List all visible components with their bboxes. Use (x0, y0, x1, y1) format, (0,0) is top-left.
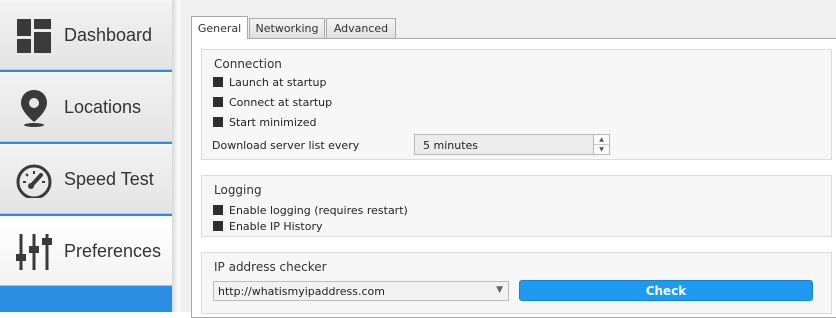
logging-title: Logging (214, 183, 262, 197)
tab-panel-general: Connection Launch at startup Connect at … (191, 38, 836, 318)
ip-checker-title: IP address checker (214, 260, 327, 274)
sidebar-item-dashboard[interactable]: Dashboard (0, 0, 172, 70)
sidebar-item-preferences[interactable]: Preferences (0, 216, 172, 286)
sidebar-item-speed-test[interactable]: Speed Test (0, 144, 172, 214)
sidebar-item-label: Locations (64, 97, 142, 117)
tab-general[interactable]: General (191, 16, 248, 39)
checkbox-box[interactable] (213, 205, 223, 215)
launch-at-startup-checkbox[interactable]: Launch at startup (213, 75, 326, 89)
checkbox-box[interactable] (213, 97, 223, 107)
sidebar-item-label: Speed Test (64, 169, 154, 189)
checkbox-box[interactable] (213, 117, 223, 127)
enable-ip-history-checkbox[interactable]: Enable IP History (213, 219, 322, 233)
sidebar-item-label: Dashboard (64, 25, 153, 45)
enable-logging-checkbox[interactable]: Enable logging (requires restart) (213, 203, 408, 217)
start-minimized-checkbox[interactable]: Start minimized (213, 115, 316, 129)
spin-up-arrow-icon[interactable]: ▲ (594, 135, 609, 145)
spin-down-arrow-icon[interactable]: ▼ (594, 145, 609, 154)
checkbox-label: Launch at startup (229, 75, 327, 89)
checkbox-box[interactable] (213, 221, 223, 231)
location-pin-icon (14, 87, 54, 129)
checkbox-label: Enable IP History (229, 219, 323, 233)
checkbox-label: Enable logging (requires restart) (229, 203, 408, 217)
check-button[interactable]: Check (519, 280, 813, 301)
connection-title: Connection (214, 57, 282, 71)
spin-buttons: ▲ ▼ (593, 135, 609, 154)
logging-group: Logging Enable logging (requires restart… (201, 175, 832, 237)
connection-group: Connection Launch at startup Connect at … (201, 49, 832, 160)
download-interval-spinbox[interactable]: 5 minutes ▲ ▼ (414, 134, 610, 155)
sidebar-divider (172, 0, 180, 312)
sidebar-item-locations[interactable]: Locations (0, 72, 172, 142)
speedometer-icon (14, 159, 54, 201)
ip-checker-group: IP address checker http://whatismyipaddr… (201, 252, 832, 314)
checkbox-label: Connect at startup (229, 95, 333, 109)
sliders-icon (14, 231, 54, 273)
sidebar: Dashboard Locations Speed Test Preferenc… (0, 0, 172, 312)
ip-checker-url-select[interactable]: http://whatismyipaddress.com ▼ (213, 281, 509, 301)
checkbox-box[interactable] (213, 77, 223, 87)
preferences-content: General Networking Advanced Connection L… (180, 0, 836, 318)
dashboard-icon (14, 15, 54, 57)
chevron-down-icon[interactable]: ▼ (496, 285, 503, 295)
download-server-list-label: Download server list every (212, 139, 360, 152)
checkbox-label: Start minimized (229, 115, 317, 129)
tab-networking[interactable]: Networking (249, 18, 325, 38)
sidebar-item-label: Preferences (64, 241, 162, 261)
tab-advanced[interactable]: Advanced (326, 18, 396, 38)
download-interval-value: 5 minutes (423, 139, 479, 152)
connect-at-startup-checkbox[interactable]: Connect at startup (213, 95, 332, 109)
ip-checker-url-value: http://whatismyipaddress.com (218, 285, 385, 298)
